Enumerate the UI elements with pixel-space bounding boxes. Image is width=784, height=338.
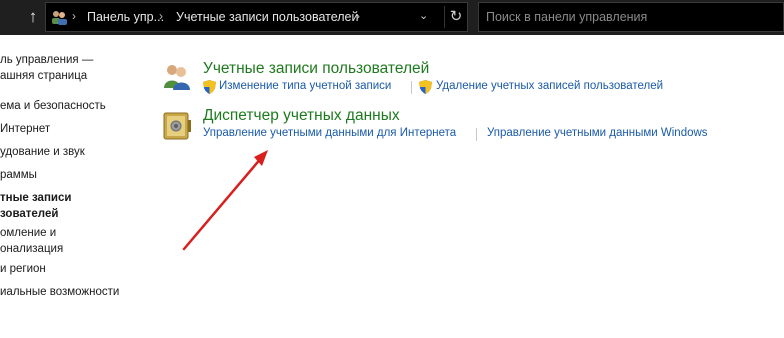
chevron-down-icon[interactable]: ⌄ bbox=[419, 9, 428, 22]
credential-manager-icon bbox=[163, 112, 191, 140]
address-bar[interactable]: › Панель упр... › Учетные записи пользов… bbox=[45, 2, 468, 32]
link-web-credentials[interactable]: Управление учетными данными для Интернет… bbox=[203, 127, 456, 139]
breadcrumb-control-panel[interactable]: Панель упр... bbox=[87, 10, 164, 24]
sidebar-item-appearance[interactable]: омление и bbox=[0, 225, 56, 241]
sidebar-item-user-accounts[interactable]: тные записи bbox=[0, 190, 71, 206]
users-icon bbox=[52, 11, 67, 25]
link-change-account-type[interactable]: Изменение типа учетной записи bbox=[219, 80, 391, 92]
link-windows-credentials[interactable]: Управление учетными данными Windows bbox=[487, 127, 708, 139]
link-remove-user-accounts[interactable]: Удаление учетных записей пользователей bbox=[436, 80, 663, 92]
sidebar-item-home[interactable]: ль управления — bbox=[0, 52, 93, 68]
link-divider bbox=[411, 81, 412, 94]
link-divider bbox=[476, 128, 477, 141]
category-title-user-accounts[interactable]: Учетные записи пользователей bbox=[203, 60, 429, 78]
sidebar-item-clock-region[interactable]: и регион bbox=[0, 261, 46, 277]
sidebar-item-appearance[interactable]: онализация bbox=[0, 241, 63, 257]
breadcrumb-separator: › bbox=[72, 9, 76, 23]
search-placeholder: Поиск в панели управления bbox=[486, 10, 648, 24]
refresh-icon[interactable]: ↻ bbox=[444, 6, 467, 28]
sidebar-item-user-accounts[interactable]: зователей bbox=[0, 206, 58, 222]
search-input[interactable]: Поиск в панели управления bbox=[478, 2, 784, 32]
sidebar-item-programs[interactable]: раммы bbox=[0, 167, 37, 183]
breadcrumb-user-accounts[interactable]: Учетные записи пользователей bbox=[176, 10, 359, 24]
sidebar-item-home[interactable]: ашняя страница bbox=[0, 68, 87, 84]
sidebar-item-system-security[interactable]: ема и безопасность bbox=[0, 98, 106, 114]
sidebar-item-hardware-sound[interactable]: удование и звук bbox=[0, 144, 85, 160]
sidebar-item-network[interactable]: Интернет bbox=[0, 121, 50, 137]
category-title-credential-manager[interactable]: Диспетчер учетных данных bbox=[203, 107, 400, 125]
up-arrow-button[interactable]: ↑ bbox=[22, 6, 44, 28]
breadcrumb-separator: › bbox=[159, 9, 163, 23]
shield-icon bbox=[419, 80, 432, 94]
sidebar-item-ease-of-access[interactable]: иальные возможности bbox=[0, 284, 119, 300]
shield-icon bbox=[203, 80, 216, 94]
address-toolbar: ↑ › Панель упр... › Учетные записи польз… bbox=[0, 0, 784, 35]
breadcrumb-separator: › bbox=[356, 9, 360, 23]
user-accounts-icon bbox=[164, 65, 190, 90]
